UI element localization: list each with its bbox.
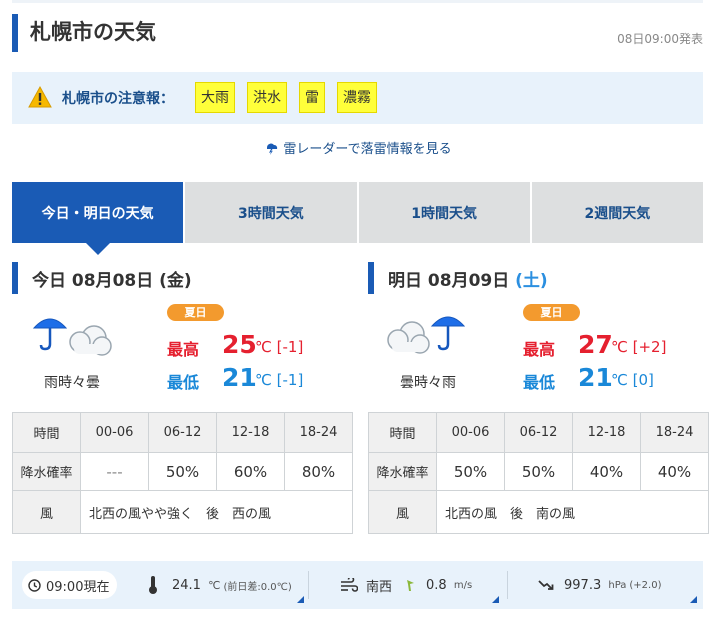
wind-cell: 北西の風やや強く 後 西の風 (80, 490, 353, 534)
period-cell: 18-24 (640, 412, 709, 453)
wind-cell: 北西の風 後 南の風 (436, 490, 709, 534)
pop-header: 降水確率 (368, 452, 437, 491)
table-row: 風 北西の風やや強く 後 西の風 (12, 490, 353, 534)
today-low-unit-diff: ℃ [-1] (255, 371, 304, 389)
tomorrow-high-label: 最高 (523, 340, 556, 359)
pressure-trend-icon (538, 580, 554, 590)
tomorrow-low-temp: 21 (578, 363, 613, 392)
rain-sometimes-cloudy-icon (32, 318, 112, 356)
cloudy-sometimes-rain-icon (387, 316, 466, 354)
top-divider (12, 0, 703, 3)
expand-corner[interactable] (690, 596, 697, 603)
today-forecast-table: 時間 00-06 06-12 12-18 18-24 降水確率 --- 50% … (12, 412, 353, 534)
thunder-icon (267, 143, 278, 155)
tomorrow-high-unit-diff: ℃ [+2] (611, 338, 667, 356)
divider (308, 571, 309, 599)
clock-icon (28, 578, 41, 592)
table-row: 風 北西の風 後 南の風 (368, 490, 709, 534)
time-header: 時間 (368, 412, 437, 453)
tomorrow-high-temp: 27 (578, 330, 613, 359)
day-accent-bar (12, 262, 18, 294)
tomorrow-low-label: 最低 (523, 373, 556, 392)
tomorrow-low-unit-diff: ℃ [0] (611, 371, 654, 389)
period-cell: 12-18 (572, 412, 641, 453)
issued-time: 08日09:00発表 (617, 32, 703, 46)
day-accent-bar (368, 262, 374, 294)
period-cell: 18-24 (284, 412, 353, 453)
tomorrow-date: 明日 08月09日 (土) (388, 271, 548, 291)
tab-2-week[interactable]: 2週間天気 (531, 182, 703, 243)
period-cell: 12-18 (216, 412, 285, 453)
time-header: 時間 (12, 412, 81, 453)
today-high-temp: 25 (222, 330, 257, 359)
today-low-temp: 21 (222, 363, 257, 392)
observation-time-pill: 09:00現在 (22, 571, 118, 599)
tab-today-tomorrow[interactable]: 今日・明日の天気 (12, 182, 184, 255)
observation-time: 09:00現在 (46, 579, 110, 595)
pop-cell: 50% (436, 452, 505, 491)
today-date: 今日 08月08日 (金) (32, 271, 192, 291)
today-high-unit-diff: ℃ [-1] (255, 338, 304, 356)
pop-header: 降水確率 (12, 452, 81, 491)
tab-1-hour[interactable]: 1時間天気 (358, 182, 530, 243)
forecast-tabs: 今日・明日の天気 3時間天気 1時間天気 2週間天気 (12, 182, 703, 255)
advisory-thunder[interactable]: 雷 (299, 82, 325, 113)
lightning-radar-link[interactable]: 雷レーダーで落雷情報を見る (0, 138, 715, 157)
today-summer-day-badge: 夏日 (167, 304, 224, 321)
wind-icon (341, 578, 358, 592)
table-row: 時間 00-06 06-12 12-18 18-24 (12, 412, 353, 453)
current-conditions-bar: 09:00現在 24.1 ℃ (前日差:0.0℃) 南西 0.8 m/s 997.… (12, 561, 703, 609)
period-cell: 00-06 (436, 412, 505, 453)
advisory-flood[interactable]: 洪水 (247, 82, 287, 113)
tomorrow-summer-day-badge: 夏日 (523, 304, 580, 321)
pop-cell: 50% (148, 452, 217, 491)
divider (507, 571, 508, 599)
pressure-reading[interactable]: 997.3 hPa (+2.0) (538, 561, 662, 609)
advisory-heavy-rain[interactable]: 大雨 (195, 82, 235, 113)
table-row: 降水確率 50% 50% 40% 40% (368, 452, 709, 491)
today-weather-label: 雨時々曇 (44, 375, 100, 391)
advisory-panel: 札幌市の注意報： 大雨 洪水 雷 濃霧 (12, 72, 703, 124)
pop-cell: 40% (640, 452, 709, 491)
pop-cell: 60% (216, 452, 285, 491)
tomorrow-forecast-table: 時間 00-06 06-12 12-18 18-24 降水確率 50% 50% … (368, 412, 709, 534)
advisory-label: 札幌市の注意報： (62, 91, 174, 107)
wind-header: 風 (12, 490, 81, 534)
pop-cell: 50% (504, 452, 573, 491)
period-cell: 06-12 (148, 412, 217, 453)
tomorrow-weather-label: 曇時々雨 (400, 375, 456, 391)
wind-header: 風 (368, 490, 437, 534)
wind-reading[interactable]: 南西 0.8 m/s (340, 561, 472, 609)
advisory-dense-fog[interactable]: 濃霧 (337, 82, 377, 113)
table-row: 時間 00-06 06-12 12-18 18-24 (368, 412, 709, 453)
thermometer-icon (149, 576, 157, 594)
warning-icon (28, 85, 52, 108)
today-low-label: 最低 (167, 373, 200, 392)
period-cell: 06-12 (504, 412, 573, 453)
pop-cell: 80% (284, 452, 353, 491)
wind-direction-arrow-icon (407, 580, 415, 591)
temperature-reading[interactable]: 24.1 ℃ (前日差:0.0℃) (148, 561, 292, 609)
expand-corner[interactable] (492, 596, 499, 603)
pop-cell: --- (80, 452, 149, 491)
tab-3-hour[interactable]: 3時間天気 (185, 182, 357, 243)
page-title: 札幌市の天気 (30, 20, 156, 44)
lightning-radar-label: 雷レーダーで落雷情報を見る (283, 142, 452, 157)
table-row: 降水確率 --- 50% 60% 80% (12, 452, 353, 491)
pop-cell: 40% (572, 452, 641, 491)
title-accent-bar (12, 14, 18, 52)
expand-corner[interactable] (297, 596, 304, 603)
today-high-label: 最高 (167, 340, 200, 359)
period-cell: 00-06 (80, 412, 149, 453)
